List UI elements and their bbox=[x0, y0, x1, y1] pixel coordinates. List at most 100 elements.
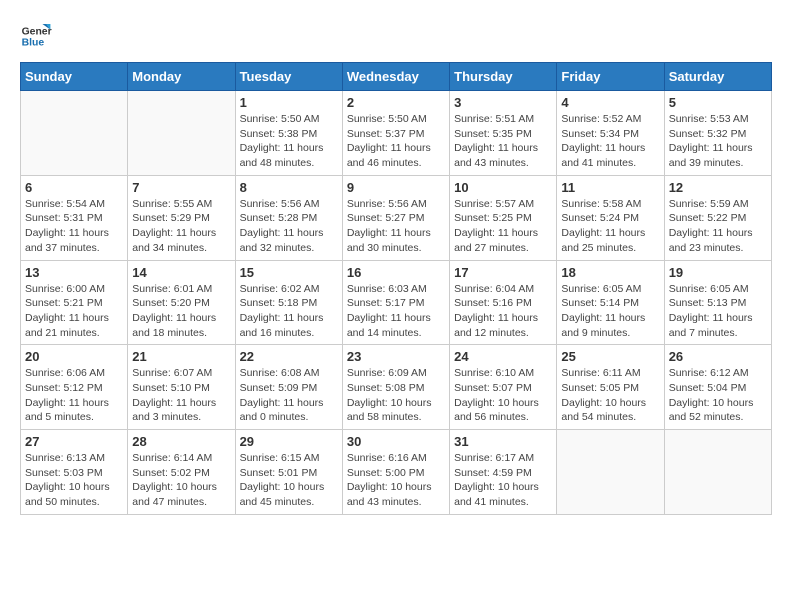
calendar-cell bbox=[128, 91, 235, 176]
calendar-week-row: 13 Sunrise: 6:00 AMSunset: 5:21 PMDayligh… bbox=[21, 260, 772, 345]
day-info: Sunrise: 5:51 AMSunset: 5:35 PMDaylight:… bbox=[454, 112, 552, 171]
day-number: 21 bbox=[132, 349, 230, 364]
day-info: Sunrise: 6:02 AMSunset: 5:18 PMDaylight:… bbox=[240, 282, 338, 341]
day-number: 24 bbox=[454, 349, 552, 364]
calendar-week-row: 27Sunrise: 6:13 AMSunset: 5:03 PMDayligh… bbox=[21, 430, 772, 515]
calendar-cell: 27Sunrise: 6:13 AMSunset: 5:03 PMDayligh… bbox=[21, 430, 128, 515]
calendar-cell: 7Sunrise: 5:55 AMSunset: 5:29 PMDaylight… bbox=[128, 175, 235, 260]
day-number: 30 bbox=[347, 434, 445, 449]
day-number: 4 bbox=[561, 95, 659, 110]
calendar-cell: 24 Sunrise: 6:10 AMSunset: 5:07 PMDayligh… bbox=[450, 345, 557, 430]
day-info: Sunrise: 6:13 AMSunset: 5:03 PMDaylight:… bbox=[25, 451, 123, 510]
day-number: 3 bbox=[454, 95, 552, 110]
calendar-cell: 3 Sunrise: 5:51 AMSunset: 5:35 PMDaylight… bbox=[450, 91, 557, 176]
day-number: 19 bbox=[669, 265, 767, 280]
calendar-cell: 4 Sunrise: 5:52 AMSunset: 5:34 PMDaylight… bbox=[557, 91, 664, 176]
calendar-cell: 28Sunrise: 6:14 AMSunset: 5:02 PMDayligh… bbox=[128, 430, 235, 515]
calendar-cell: 21 Sunrise: 6:07 AMSunset: 5:10 PMDayligh… bbox=[128, 345, 235, 430]
calendar-cell: 29 Sunrise: 6:15 AMSunset: 5:01 PMDayligh… bbox=[235, 430, 342, 515]
day-info: Sunrise: 5:52 AMSunset: 5:34 PMDaylight:… bbox=[561, 112, 659, 171]
calendar-week-row: 1 Sunrise: 5:50 AMSunset: 5:38 PMDaylight… bbox=[21, 91, 772, 176]
day-number: 28 bbox=[132, 434, 230, 449]
day-info: Sunrise: 6:15 AMSunset: 5:01 PMDaylight:… bbox=[240, 451, 338, 510]
day-info: Sunrise: 5:59 AMSunset: 5:22 PMDaylight:… bbox=[669, 197, 767, 256]
calendar-cell: 9 Sunrise: 5:56 AMSunset: 5:27 PMDaylight… bbox=[342, 175, 449, 260]
calendar-cell: 11 Sunrise: 5:58 AMSunset: 5:24 PMDayligh… bbox=[557, 175, 664, 260]
day-info: Sunrise: 5:50 AMSunset: 5:38 PMDaylight:… bbox=[240, 112, 338, 171]
calendar-cell: 6Sunrise: 5:54 AMSunset: 5:31 PMDaylight… bbox=[21, 175, 128, 260]
day-number: 9 bbox=[347, 180, 445, 195]
day-number: 1 bbox=[240, 95, 338, 110]
calendar-table: SundayMondayTuesdayWednesdayThursdayFrid… bbox=[20, 62, 772, 515]
header: General Blue bbox=[20, 20, 772, 52]
day-info: Sunrise: 5:58 AMSunset: 5:24 PMDaylight:… bbox=[561, 197, 659, 256]
day-number: 18 bbox=[561, 265, 659, 280]
calendar-cell: 25 Sunrise: 6:11 AMSunset: 5:05 PMDayligh… bbox=[557, 345, 664, 430]
day-info: Sunrise: 6:01 AMSunset: 5:20 PMDaylight:… bbox=[132, 282, 230, 341]
calendar-cell: 14Sunrise: 6:01 AMSunset: 5:20 PMDayligh… bbox=[128, 260, 235, 345]
day-number: 15 bbox=[240, 265, 338, 280]
calendar-cell: 17 Sunrise: 6:04 AMSunset: 5:16 PMDayligh… bbox=[450, 260, 557, 345]
calendar-cell: 16 Sunrise: 6:03 AMSunset: 5:17 PMDayligh… bbox=[342, 260, 449, 345]
weekday-header: Thursday bbox=[450, 63, 557, 91]
calendar-cell: 10Sunrise: 5:57 AMSunset: 5:25 PMDayligh… bbox=[450, 175, 557, 260]
day-info: Sunrise: 6:04 AMSunset: 5:16 PMDaylight:… bbox=[454, 282, 552, 341]
calendar-cell: 8 Sunrise: 5:56 AMSunset: 5:28 PMDaylight… bbox=[235, 175, 342, 260]
day-info: Sunrise: 6:05 AMSunset: 5:13 PMDaylight:… bbox=[669, 282, 767, 341]
calendar-cell: 18 Sunrise: 6:05 AMSunset: 5:14 PMDayligh… bbox=[557, 260, 664, 345]
day-info: Sunrise: 6:09 AMSunset: 5:08 PMDaylight:… bbox=[347, 366, 445, 425]
logo-icon: General Blue bbox=[20, 20, 52, 52]
day-info: Sunrise: 6:10 AMSunset: 5:07 PMDaylight:… bbox=[454, 366, 552, 425]
day-info: Sunrise: 6:12 AMSunset: 5:04 PMDaylight:… bbox=[669, 366, 767, 425]
calendar-cell: 20Sunrise: 6:06 AMSunset: 5:12 PMDayligh… bbox=[21, 345, 128, 430]
day-info: Sunrise: 6:11 AMSunset: 5:05 PMDaylight:… bbox=[561, 366, 659, 425]
day-info: Sunrise: 5:55 AMSunset: 5:29 PMDaylight:… bbox=[132, 197, 230, 256]
day-info: Sunrise: 6:17 AMSunset: 4:59 PMDaylight:… bbox=[454, 451, 552, 510]
day-number: 13 bbox=[25, 265, 123, 280]
day-number: 17 bbox=[454, 265, 552, 280]
calendar-cell: 15 Sunrise: 6:02 AMSunset: 5:18 PMDayligh… bbox=[235, 260, 342, 345]
day-info: Sunrise: 6:16 AMSunset: 5:00 PMDaylight:… bbox=[347, 451, 445, 510]
day-number: 31 bbox=[454, 434, 552, 449]
calendar-cell: 26 Sunrise: 6:12 AMSunset: 5:04 PMDayligh… bbox=[664, 345, 771, 430]
day-number: 2 bbox=[347, 95, 445, 110]
weekday-header: Sunday bbox=[21, 63, 128, 91]
calendar-cell: 13 Sunrise: 6:00 AMSunset: 5:21 PMDayligh… bbox=[21, 260, 128, 345]
logo: General Blue bbox=[20, 20, 52, 52]
day-info: Sunrise: 5:50 AMSunset: 5:37 PMDaylight:… bbox=[347, 112, 445, 171]
day-number: 29 bbox=[240, 434, 338, 449]
day-number: 12 bbox=[669, 180, 767, 195]
svg-text:General: General bbox=[22, 26, 52, 37]
day-info: Sunrise: 5:57 AMSunset: 5:25 PMDaylight:… bbox=[454, 197, 552, 256]
day-info: Sunrise: 6:00 AMSunset: 5:21 PMDaylight:… bbox=[25, 282, 123, 341]
calendar-cell: 12 Sunrise: 5:59 AMSunset: 5:22 PMDayligh… bbox=[664, 175, 771, 260]
day-info: Sunrise: 5:56 AMSunset: 5:27 PMDaylight:… bbox=[347, 197, 445, 256]
day-info: Sunrise: 6:07 AMSunset: 5:10 PMDaylight:… bbox=[132, 366, 230, 425]
weekday-header: Saturday bbox=[664, 63, 771, 91]
calendar-cell: 31 Sunrise: 6:17 AMSunset: 4:59 PMDayligh… bbox=[450, 430, 557, 515]
calendar-cell: 22 Sunrise: 6:08 AMSunset: 5:09 PMDayligh… bbox=[235, 345, 342, 430]
day-number: 22 bbox=[240, 349, 338, 364]
day-number: 8 bbox=[240, 180, 338, 195]
day-info: Sunrise: 5:56 AMSunset: 5:28 PMDaylight:… bbox=[240, 197, 338, 256]
weekday-header: Friday bbox=[557, 63, 664, 91]
svg-text:Blue: Blue bbox=[22, 38, 45, 49]
weekday-header: Wednesday bbox=[342, 63, 449, 91]
day-number: 16 bbox=[347, 265, 445, 280]
day-number: 25 bbox=[561, 349, 659, 364]
calendar-cell: 30 Sunrise: 6:16 AMSunset: 5:00 PMDayligh… bbox=[342, 430, 449, 515]
calendar-week-row: 6Sunrise: 5:54 AMSunset: 5:31 PMDaylight… bbox=[21, 175, 772, 260]
calendar-week-row: 20Sunrise: 6:06 AMSunset: 5:12 PMDayligh… bbox=[21, 345, 772, 430]
day-info: Sunrise: 6:06 AMSunset: 5:12 PMDaylight:… bbox=[25, 366, 123, 425]
day-number: 5 bbox=[669, 95, 767, 110]
day-number: 26 bbox=[669, 349, 767, 364]
day-number: 6 bbox=[25, 180, 123, 195]
weekday-header-row: SundayMondayTuesdayWednesdayThursdayFrid… bbox=[21, 63, 772, 91]
day-info: Sunrise: 6:03 AMSunset: 5:17 PMDaylight:… bbox=[347, 282, 445, 341]
weekday-header: Monday bbox=[128, 63, 235, 91]
day-info: Sunrise: 5:53 AMSunset: 5:32 PMDaylight:… bbox=[669, 112, 767, 171]
day-number: 11 bbox=[561, 180, 659, 195]
day-info: Sunrise: 6:08 AMSunset: 5:09 PMDaylight:… bbox=[240, 366, 338, 425]
calendar-cell bbox=[557, 430, 664, 515]
day-info: Sunrise: 6:05 AMSunset: 5:14 PMDaylight:… bbox=[561, 282, 659, 341]
